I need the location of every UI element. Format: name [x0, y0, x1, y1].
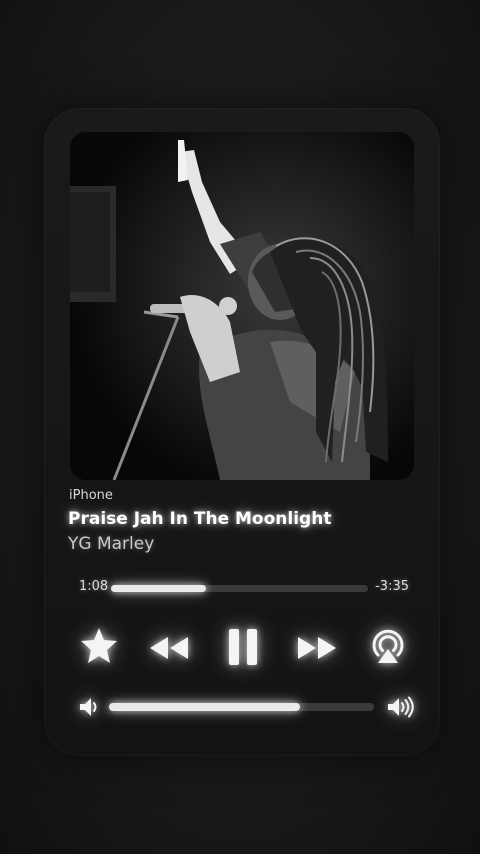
favorite-button[interactable]	[76, 623, 122, 669]
output-source-label: iPhone	[69, 488, 113, 503]
speaker-low-icon	[80, 698, 97, 716]
fast-forward-icon	[298, 637, 336, 659]
star-icon	[81, 628, 117, 663]
album-artwork	[70, 132, 414, 480]
rewind-icon	[150, 637, 188, 659]
next-button[interactable]	[294, 630, 340, 666]
airplay-button[interactable]	[366, 625, 410, 669]
progress-scrubber[interactable]	[111, 585, 368, 592]
now-playing-screen: iPhone Praise Jah In The Moonlight YG Ma…	[0, 0, 480, 854]
airplay-icon	[372, 629, 404, 663]
volume-min-button[interactable]	[76, 694, 102, 720]
elapsed-time: 1:08	[79, 579, 109, 594]
song-title[interactable]: Praise Jah In The Moonlight	[68, 509, 331, 529]
progress-fill	[111, 585, 207, 592]
volume-max-button[interactable]	[384, 694, 418, 720]
volume-fill	[109, 703, 300, 711]
speaker-high-icon	[388, 696, 414, 718]
pause-icon	[229, 629, 257, 665]
previous-button[interactable]	[146, 630, 192, 666]
volume-slider[interactable]	[109, 703, 374, 711]
play-pause-button[interactable]	[222, 624, 264, 670]
artist-name[interactable]: YG Marley	[68, 534, 154, 554]
remaining-time: -3:35	[375, 579, 409, 594]
